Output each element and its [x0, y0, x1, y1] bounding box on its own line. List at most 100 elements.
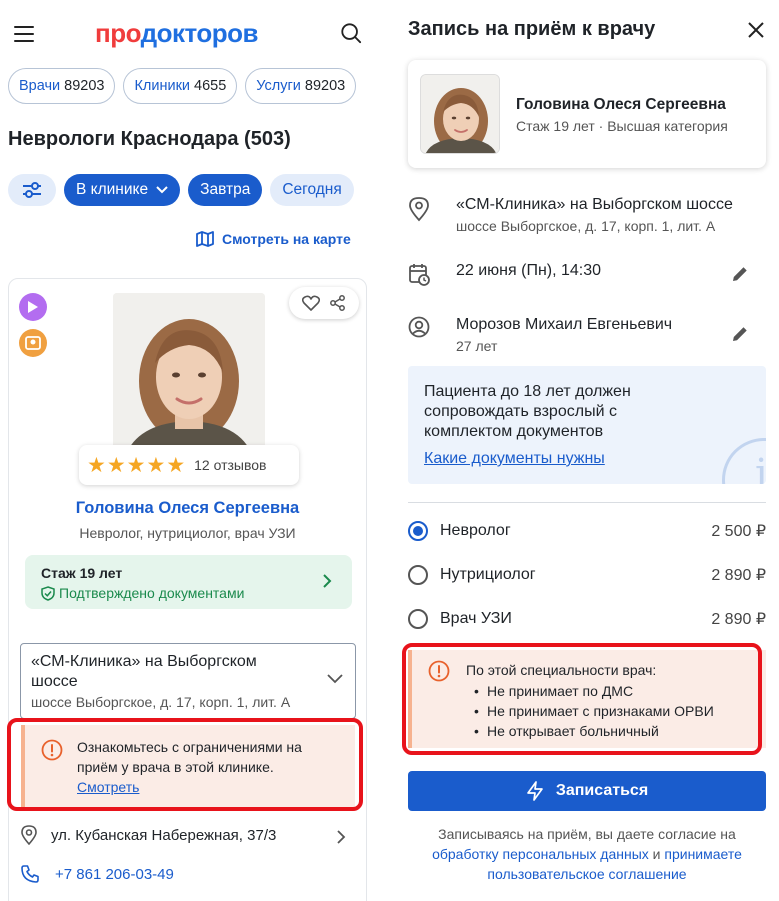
filter-tomorrow[interactable]: Завтра [188, 174, 263, 206]
chip-label: Врачи [19, 78, 61, 94]
clinic-phone-row[interactable]: +7 861 206-03-49 [21, 865, 174, 883]
phone-number: +7 861 206-03-49 [55, 865, 174, 883]
specialty-name: Врач УЗИ [440, 610, 512, 627]
chip-doctors[interactable]: Врачи 89203 [8, 68, 116, 104]
patient-row: Морозов Михаил Евгеньевич 27 лет [408, 316, 672, 354]
appointment-modal: Запись на приём к врачу Головина Олеся С… [388, 0, 779, 901]
clinic-select-name: «СМ-Клиника» на Выборгском шоссе [31, 653, 257, 690]
filter-in-clinic-dropdown[interactable]: В клинике [64, 174, 181, 206]
modal-clinic-name: «СМ-Клиника» на Выборгском шоссе [456, 196, 733, 213]
star-icon: ★ [106, 453, 126, 477]
reviews-count: 12 отзывов [194, 457, 267, 473]
radio-unselected[interactable] [408, 609, 428, 629]
location-pin-icon [21, 825, 37, 845]
book-appointment-button[interactable]: Записаться [408, 771, 766, 811]
star-icon: ★ [126, 453, 146, 477]
chip-label: Клиники [134, 78, 191, 94]
consent-and: и [652, 846, 661, 862]
modal-title: Запись на приём к врачу [408, 18, 656, 40]
info-icon: i [722, 438, 766, 484]
radio-unselected[interactable] [408, 565, 428, 585]
divider [408, 502, 766, 503]
doctor-thumbnail [420, 74, 500, 154]
highlight-frame-right [402, 643, 762, 755]
selected-doctor-name: Головина Олеся Сергеевна [516, 96, 726, 113]
filter-settings-button[interactable] [8, 174, 56, 206]
doctor-list-page: продокторов Врачи 89203 Клиники 4655 Услуг… [0, 0, 388, 901]
close-icon[interactable] [745, 19, 767, 41]
notice-text: Пациента до 18 лет должен сопровождать в… [424, 383, 631, 440]
specialty-price: 2 890 ₽ [711, 567, 766, 584]
chip-label: Услуги [256, 78, 301, 94]
radio-selected[interactable] [408, 521, 428, 541]
share-icon[interactable] [330, 295, 346, 311]
photo-badge-icon[interactable] [19, 329, 47, 357]
calendar-clock-icon [409, 264, 430, 286]
chip-clinics[interactable]: Клиники 4655 [123, 68, 238, 104]
logo-part-pro: про [95, 18, 141, 48]
hamburger-icon[interactable] [14, 26, 34, 42]
filter-today[interactable]: Сегодня [270, 174, 354, 206]
modal-patient-name: Морозов Михаил Евгеньевич [456, 316, 673, 333]
filter-in-clinic-label: В клинике [76, 181, 149, 198]
shield-check-icon [41, 585, 55, 601]
show-on-map-link[interactable]: Смотреть на карте [196, 231, 351, 247]
map-icon [196, 231, 214, 247]
chevron-down-icon [156, 186, 168, 194]
clinic-select[interactable]: «СМ-Клиника» на Выборгском шоссе шоссе В… [20, 643, 356, 719]
doctor-name-link[interactable]: Головина Олеся Сергеевна [9, 499, 366, 518]
specialty-name: Нутрициолог [440, 566, 536, 583]
datetime-row: 22 июня (Пн), 14:30 [408, 262, 601, 286]
chip-count: 89203 [64, 78, 105, 94]
heart-icon[interactable] [302, 295, 320, 311]
card-actions [289, 287, 359, 319]
specialty-option[interactable]: Нутрициолог 2 890 ₽ [408, 563, 766, 587]
chip-count: 4655 [194, 78, 227, 94]
phone-icon [21, 865, 39, 883]
doctor-photo[interactable] [113, 293, 265, 463]
book-button-label: Записаться [555, 782, 649, 799]
chevron-right-icon [323, 574, 332, 588]
site-logo[interactable]: продокторов [95, 18, 259, 49]
star-icon: ★ [166, 453, 186, 477]
lightning-icon [526, 781, 543, 801]
specialty-name: Невролог [440, 522, 511, 539]
edit-patient-pencil-icon[interactable] [731, 325, 749, 343]
video-badge-icon[interactable] [19, 293, 47, 321]
user-icon [408, 316, 430, 338]
consent-text: Записываясь на приём, вы даете согласие … [408, 824, 766, 884]
rating-badge[interactable]: ★ ★ ★ ★ ★ 12 отзывов [79, 445, 299, 485]
chevron-down-icon [327, 674, 343, 684]
personal-data-link[interactable]: обработку персональных данных [432, 846, 649, 862]
chevron-right-icon [337, 830, 346, 844]
sliders-icon [23, 182, 41, 198]
edit-datetime-pencil-icon[interactable] [731, 265, 749, 283]
clinic-info-row: «СМ-Клиника» на Выборгском шоссе шоссе В… [408, 196, 733, 234]
verified-label: Подтверждено документами [41, 585, 336, 601]
doctor-specialties: Невролог, нутрициолог, врач УЗИ [79, 525, 296, 541]
specialty-price: 2 890 ₽ [711, 611, 766, 628]
star-icon: ★ [146, 453, 166, 477]
specialty-option[interactable]: Невролог 2 500 ₽ [408, 519, 766, 543]
selected-doctor-meta: Стаж 19 лет · Высшая категория [516, 118, 728, 134]
chip-count: 89203 [304, 78, 346, 94]
filter-bar: В клинике Завтра Сегодня [8, 174, 354, 206]
show-on-map-label: Смотреть на карте [222, 231, 351, 247]
logo-part-doctors: докторов [140, 18, 259, 48]
clinic-address-row[interactable]: ул. Кубанская Набережная, 37/3 [21, 825, 276, 845]
modal-datetime: 22 июня (Пн), 14:30 [456, 262, 602, 279]
specialty-option[interactable]: Врач УЗИ 2 890 ₽ [408, 607, 766, 631]
experience-block[interactable]: Стаж 19 лет Подтверждено документами [25, 555, 352, 609]
page-title: Неврологи Краснодара (503) [8, 128, 291, 150]
modal-clinic-address: шоссе Выборгское, д. 17, корп. 1, лит. А [456, 218, 716, 234]
chip-services[interactable]: Услуги 89203 [245, 68, 357, 104]
location-pin-icon [409, 197, 429, 222]
highlight-frame-left [7, 718, 363, 811]
search-icon[interactable] [340, 22, 362, 44]
required-documents-link[interactable]: Какие документы нужны [424, 450, 605, 468]
address-text: ул. Кубанская Набережная, 37/3 [51, 826, 277, 844]
clinic-select-address: шоссе Выборгское, д. 17, корп. 1, лит. А [31, 694, 291, 710]
experience-label: Стаж 19 лет [41, 565, 123, 581]
star-icon: ★ [87, 453, 106, 477]
minor-patient-notice: Пациента до 18 лет должен сопровождать в… [408, 366, 766, 484]
